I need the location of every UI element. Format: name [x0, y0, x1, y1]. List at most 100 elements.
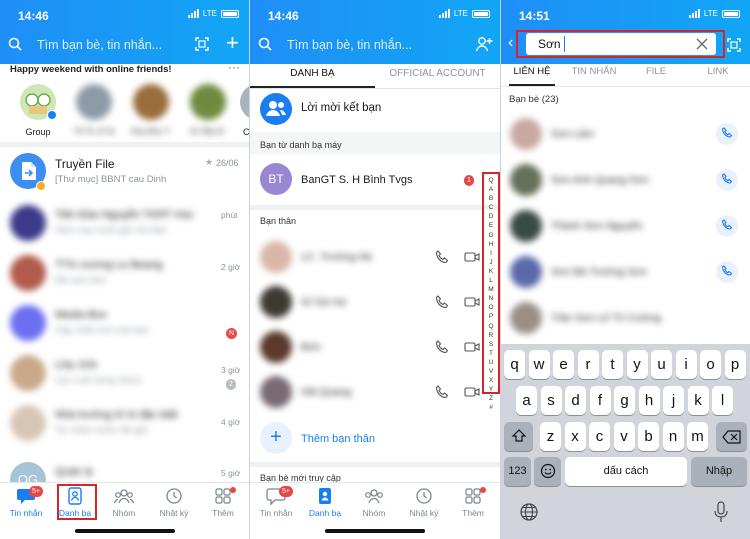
tab-contacts-list[interactable]: DANH BẠ [250, 64, 375, 88]
conversation-row[interactable]: TTG xương Le Beang Đã xem ảnh 2 giờ [0, 248, 249, 298]
tab-contacts-results[interactable]: LIÊN HỆ [501, 66, 563, 77]
key[interactable]: r [577, 350, 599, 379]
key[interactable]: s [540, 386, 562, 415]
phone-icon[interactable] [435, 250, 449, 264]
tab-link-results[interactable]: LINK [687, 66, 749, 77]
key[interactable]: d [565, 386, 586, 415]
key[interactable]: g [614, 386, 635, 415]
tab-file-results[interactable]: FILE [625, 66, 687, 77]
alphabet-letter[interactable]: Z [486, 394, 496, 403]
tab-timeline[interactable]: Nhật ký [149, 487, 199, 518]
tab-timeline[interactable]: Nhật ký [399, 487, 449, 518]
key[interactable]: j [663, 386, 684, 415]
search-result-row[interactable]: Thành Sơn Nguyên [501, 204, 750, 250]
tab-messages[interactable]: Tin nhắn [251, 487, 301, 518]
call-button[interactable] [716, 169, 738, 191]
add-close-friend-row[interactable]: + Thêm bạn thân [250, 418, 500, 458]
key[interactable]: q [504, 350, 525, 379]
key[interactable]: m [687, 422, 708, 451]
key[interactable]: o [700, 350, 721, 379]
more-icon[interactable]: ··· [228, 60, 240, 74]
story-avatar[interactable] [76, 84, 112, 120]
story-avatar[interactable] [240, 84, 249, 120]
contact-row[interactable]: BT BanGT S. H Bình Tvgs 1 [250, 157, 500, 203]
key[interactable]: x [564, 422, 586, 451]
phone-icon[interactable] [435, 340, 449, 354]
key[interactable]: l [712, 386, 733, 415]
backspace-key[interactable] [716, 422, 747, 451]
tab-more[interactable]: Thêm [448, 487, 498, 518]
story-avatar[interactable] [190, 84, 226, 120]
search-icon[interactable] [8, 37, 22, 51]
video-call-icon[interactable] [464, 250, 480, 264]
key[interactable]: t [602, 350, 623, 379]
search-result-row[interactable]: Sơn Bá Trường Sơn [501, 250, 750, 296]
key[interactable]: e [553, 350, 574, 379]
call-button[interactable] [716, 215, 738, 237]
key[interactable]: w [528, 350, 550, 379]
key[interactable]: c [589, 422, 610, 451]
add-group-badge[interactable] [47, 110, 57, 120]
space-key[interactable]: dấu cách [565, 457, 687, 486]
story-avatar[interactable] [133, 84, 169, 120]
microphone-icon[interactable] [713, 501, 729, 523]
key[interactable]: u [651, 350, 672, 379]
key[interactable]: h [638, 386, 660, 415]
back-arrow-icon[interactable]: ‹ [508, 34, 513, 52]
globe-icon[interactable] [519, 502, 539, 522]
conversation-row[interactable]: QG Quản lý 5 giờ [0, 448, 249, 482]
phone-icon[interactable] [435, 295, 449, 309]
key[interactable]: f [589, 386, 611, 415]
shift-key[interactable] [504, 422, 533, 451]
key[interactable]: p [724, 350, 746, 379]
numbers-key[interactable]: 123 [504, 457, 531, 486]
call-button[interactable] [716, 123, 738, 145]
qr-scan-icon[interactable] [195, 37, 209, 51]
video-call-icon[interactable] [464, 295, 480, 309]
tab-messages[interactable]: Tin nhắn [1, 487, 51, 518]
emoji-key[interactable] [534, 457, 561, 486]
friend-requests-row[interactable]: Lời mời kết bạn [250, 90, 500, 130]
key[interactable]: k [687, 386, 709, 415]
search-bar[interactable]: Tìm bạn bè, tin nhắn... [250, 32, 500, 58]
key[interactable]: a [516, 386, 537, 415]
tab-groups[interactable]: Nhóm [99, 487, 149, 518]
search-bar[interactable]: Tìm bạn bè, tin nhắn... + [0, 32, 249, 58]
contact-row[interactable]: Đức [250, 325, 500, 370]
search-placeholder[interactable]: Tìm bạn bè, tin nhắn... [37, 38, 162, 52]
contact-row[interactable]: Gì Gà mẹ [250, 280, 500, 325]
conversation-row[interactable]: Media Box Cập nhật mới của bạn N [0, 298, 249, 348]
contact-row[interactable]: Hải Quang [250, 370, 500, 415]
search-result-row[interactable]: Sơn Lâm [501, 112, 750, 158]
contact-row[interactable]: LC. Trường Hà [250, 235, 500, 280]
key[interactable]: v [613, 422, 635, 451]
tab-contacts[interactable]: Danh bạ [300, 487, 350, 518]
key[interactable]: y [626, 350, 648, 379]
return-key[interactable]: Nhập [691, 457, 747, 486]
search-placeholder[interactable]: Tìm bạn bè, tin nhắn... [287, 38, 412, 52]
tab-groups[interactable]: Nhóm [349, 487, 399, 518]
phone-icon[interactable] [435, 385, 449, 399]
conversation-row[interactable]: Truyền File [Thư mục] BBNT cau Dinh ★ 26… [0, 148, 249, 198]
signal-icon [187, 9, 199, 18]
search-result-row[interactable]: Trần Sơn Lê Trí Cường [501, 296, 750, 342]
conversation-row[interactable]: Tiến Đào Nguyễn TKRT Học Hôm nay mình gử… [0, 198, 249, 248]
key[interactable]: i [675, 350, 697, 379]
tab-more[interactable]: Thêm [198, 487, 248, 518]
search-result-row[interactable]: Sơn Anh Quang Sơn [501, 158, 750, 204]
qr-scan-icon[interactable] [727, 38, 741, 52]
conversation-row[interactable]: Nhà trường Kì ki đặc biệt Tin nhắn nhóm … [0, 398, 249, 448]
search-icon[interactable] [258, 37, 272, 51]
video-call-icon[interactable] [464, 385, 480, 399]
tab-messages-results[interactable]: TIN NHẮN [563, 66, 625, 77]
key[interactable]: z [540, 422, 561, 451]
video-call-icon[interactable] [464, 340, 480, 354]
plus-icon[interactable]: + [226, 32, 239, 54]
tab-official-account[interactable]: OFFICIAL ACCOUNT [375, 64, 500, 88]
key[interactable]: b [638, 422, 659, 451]
add-friend-icon[interactable] [475, 35, 493, 53]
alphabet-letter[interactable]: # [486, 403, 496, 412]
conversation-row[interactable]: Lớp 10A Lần cuối trong nhóm 3 giờ 2 [0, 348, 249, 398]
call-button[interactable] [716, 261, 738, 283]
key[interactable]: n [662, 422, 684, 451]
